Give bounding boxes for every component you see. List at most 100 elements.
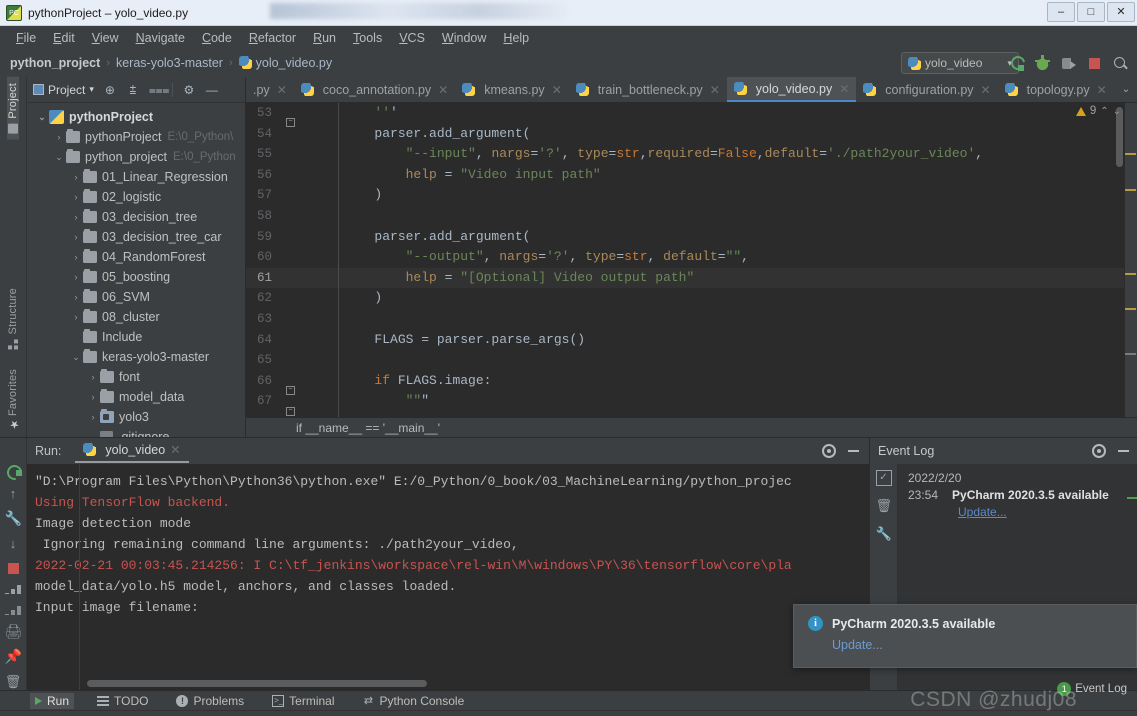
chevron-down-icon[interactable]: ⌄ <box>1113 106 1121 117</box>
down-arrow-icon[interactable]: ↓ <box>5 535 22 552</box>
stop-icon[interactable] <box>1086 55 1103 72</box>
editor-tab-yolo-video-py[interactable]: yolo_video.py ✕ <box>726 77 857 102</box>
wrench-icon[interactable]: 🔧 <box>5 510 22 527</box>
breadcrumb-item[interactable]: yolo_video.py <box>238 56 332 70</box>
console-horizontal-scrollbar[interactable] <box>87 680 427 687</box>
chevron-right-icon[interactable]: › <box>69 212 83 222</box>
minimize-button[interactable]: – <box>1047 2 1075 22</box>
editor-tab-train-bottleneck-py[interactable]: train_bottleneck.py ✕ <box>569 77 727 102</box>
tree-node[interactable]: › yolo3 <box>27 407 245 427</box>
run-tab[interactable]: yolo_video ✕ <box>75 439 189 463</box>
notification-popup[interactable]: i PyCharm 2020.3.5 available Update... <box>793 604 1137 668</box>
event-update-link[interactable]: Update... <box>958 505 1007 519</box>
menu-item-help[interactable]: Help <box>495 28 537 48</box>
breadcrumb-item[interactable]: python_project <box>10 56 100 70</box>
menu-item-code[interactable]: Code <box>194 28 240 48</box>
maximize-button[interactable]: □ <box>1077 2 1105 22</box>
tool-window-terminal[interactable]: >_ Terminal <box>267 693 339 709</box>
close-icon[interactable]: ✕ <box>277 83 287 97</box>
line-number[interactable]: 59 <box>246 227 280 248</box>
line-number[interactable]: 54 <box>246 124 280 145</box>
editor-tab-topology-py[interactable]: topology.py ✕ <box>998 77 1114 102</box>
gear-icon[interactable] <box>1092 444 1106 458</box>
menu-item-tools[interactable]: Tools <box>345 28 390 48</box>
close-icon[interactable]: ✕ <box>438 83 448 97</box>
tree-node[interactable]: › 03_decision_tree_car <box>27 227 245 247</box>
line-number[interactable]: 53 <box>246 103 280 124</box>
tool-window-run[interactable]: Run <box>30 692 75 709</box>
chevron-down-icon[interactable]: ⌄ <box>69 352 83 363</box>
close-icon[interactable]: ✕ <box>1097 83 1107 97</box>
debug-icon[interactable] <box>1034 54 1051 72</box>
gear-icon[interactable]: ⚙ <box>182 83 196 97</box>
chevron-right-icon[interactable]: › <box>69 252 83 262</box>
console-output[interactable]: "D:\Program Files\Python\Python36\python… <box>27 464 869 690</box>
chevron-right-icon[interactable]: › <box>69 312 83 322</box>
line-number[interactable]: 55 <box>246 144 280 165</box>
chevron-right-icon[interactable]: › <box>69 192 83 202</box>
event-log-status-badge[interactable]: 1 Event Log <box>1057 682 1127 696</box>
print-icon[interactable]: 🖨 <box>5 623 23 640</box>
gear-icon[interactable] <box>822 444 836 458</box>
line-number[interactable]: 66 <box>246 371 280 392</box>
run-icon[interactable] <box>1008 55 1025 72</box>
editor-tab-coco-annotation-py[interactable]: coco_annotation.py ✕ <box>294 77 455 102</box>
chevron-down-icon[interactable]: ⌄ <box>35 112 49 123</box>
soft-wrap-icon[interactable] <box>4 581 22 594</box>
sidebar-item-structure[interactable]: Structure <box>7 282 19 355</box>
menu-item-run[interactable]: Run <box>305 28 344 48</box>
tree-node[interactable]: .gitignore <box>27 427 245 437</box>
chevron-up-icon[interactable]: ⌃ <box>1100 106 1108 117</box>
chevron-right-icon[interactable]: › <box>69 292 83 302</box>
minimize-icon[interactable]: — <box>205 83 219 97</box>
line-number[interactable]: 56 <box>246 165 280 186</box>
rerun-icon[interactable] <box>5 464 22 477</box>
target-icon[interactable]: ⊕ <box>103 83 117 97</box>
line-number[interactable]: 65 <box>246 350 280 371</box>
fold-icon[interactable]: − <box>286 386 295 396</box>
up-arrow-icon[interactable]: ↑ <box>5 485 22 502</box>
tool-window-todo[interactable]: TODO <box>92 693 153 709</box>
search-icon[interactable] <box>1112 55 1129 72</box>
breadcrumb-item[interactable]: keras-yolo3-master <box>116 56 223 70</box>
chevron-right-icon[interactable]: › <box>86 392 100 402</box>
close-icon[interactable]: ✕ <box>552 83 562 97</box>
project-panel-title[interactable]: Project ▾ <box>33 83 94 97</box>
tree-node[interactable]: › 02_logistic <box>27 187 245 207</box>
line-number[interactable]: 61 <box>246 268 280 289</box>
menu-item-window[interactable]: Window <box>434 28 494 48</box>
sidebar-item-project[interactable]: Project <box>7 77 19 140</box>
minimize-icon[interactable] <box>848 450 859 452</box>
menu-item-vcs[interactable]: VCS <box>391 28 433 48</box>
editor-tab--py[interactable]: .py ✕ <box>246 77 294 102</box>
menu-item-view[interactable]: View <box>84 28 127 48</box>
mark-read-icon[interactable]: ✓ <box>875 470 892 486</box>
tree-node[interactable]: › 05_boosting <box>27 267 245 287</box>
editor-tab-configuration-py[interactable]: configuration.py ✕ <box>856 77 997 102</box>
menu-item-edit[interactable]: Edit <box>45 28 83 48</box>
run-configuration-selector[interactable]: yolo_video ▾ <box>901 52 1019 74</box>
chevron-down-icon[interactable]: ⌄ <box>52 152 66 163</box>
stop-icon[interactable] <box>5 560 22 574</box>
collapse-icon[interactable]: ⩲ <box>126 83 140 97</box>
line-number[interactable]: 63 <box>246 309 280 330</box>
line-number[interactable]: 64 <box>246 330 280 351</box>
chevron-right-icon[interactable]: › <box>69 232 83 242</box>
close-icon[interactable]: ✕ <box>839 82 849 96</box>
line-number[interactable]: 60 <box>246 247 280 268</box>
trash-icon[interactable]: 🗑 <box>5 673 22 690</box>
chevron-right-icon[interactable]: › <box>69 272 83 282</box>
fold-icon[interactable]: − <box>286 118 295 128</box>
menu-item-refactor[interactable]: Refactor <box>241 28 304 48</box>
chevron-right-icon[interactable]: › <box>86 412 100 422</box>
tree-node[interactable]: ⌄ keras-yolo3-master <box>27 347 245 367</box>
tree-node[interactable]: Include <box>27 327 245 347</box>
tree-node[interactable]: ⌄ python_project E:\0_Python <box>27 147 245 167</box>
notification-update-link[interactable]: Update... <box>832 638 883 652</box>
editor-tab-kmeans-py[interactable]: kmeans.py ✕ <box>455 77 569 102</box>
tree-node[interactable]: ⌄ pythonProject <box>27 107 245 127</box>
editor-warning-strip[interactable] <box>1124 103 1137 417</box>
line-number[interactable]: 62 <box>246 288 280 309</box>
coverage-icon[interactable] <box>1060 55 1077 72</box>
chevron-right-icon[interactable]: › <box>52 132 66 142</box>
